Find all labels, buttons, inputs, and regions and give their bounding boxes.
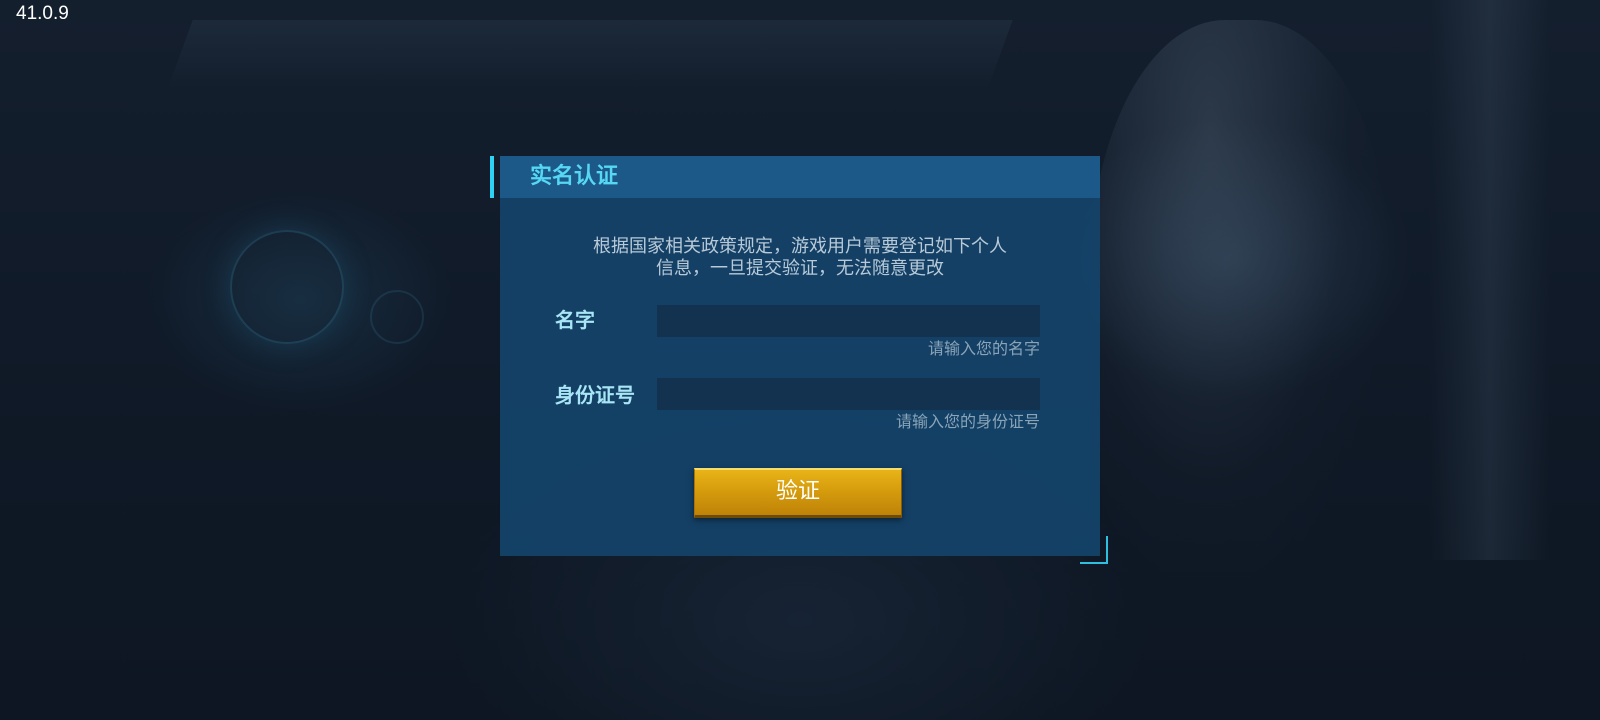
corner-bracket	[1080, 536, 1108, 564]
version-label: 41.0.9	[16, 3, 69, 24]
id-number-hint: 请输入您的身份证号	[895, 412, 1040, 431]
background-glow-ring	[230, 230, 344, 344]
game-screen: 41.0.9 实名认证 根据国家相关政策规定，游戏用户需要登记如下个人 信息，一…	[0, 0, 1600, 720]
name-label: 名字	[555, 308, 595, 332]
id-number-label: 身份证号	[555, 383, 635, 407]
background-cables	[1430, 0, 1550, 560]
id-number-input[interactable]	[657, 378, 1040, 410]
notice-line-2: 信息，一旦提交验证，无法随意更改	[656, 258, 944, 279]
dialog-title: 实名认证	[530, 164, 619, 189]
background-small-ring	[370, 290, 424, 344]
background-beam	[167, 20, 1013, 90]
background-character	[1090, 20, 1390, 580]
policy-notice: 根据国家相关政策规定，游戏用户需要登记如下个人 信息，一旦提交验证，无法随意更改	[530, 236, 1070, 280]
name-input[interactable]	[657, 305, 1040, 337]
header-accent-bar	[490, 156, 494, 198]
notice-line-1: 根据国家相关政策规定，游戏用户需要登记如下个人	[593, 236, 1007, 257]
name-hint: 请输入您的名字	[927, 339, 1040, 358]
verify-button[interactable]: 验证	[694, 468, 902, 518]
